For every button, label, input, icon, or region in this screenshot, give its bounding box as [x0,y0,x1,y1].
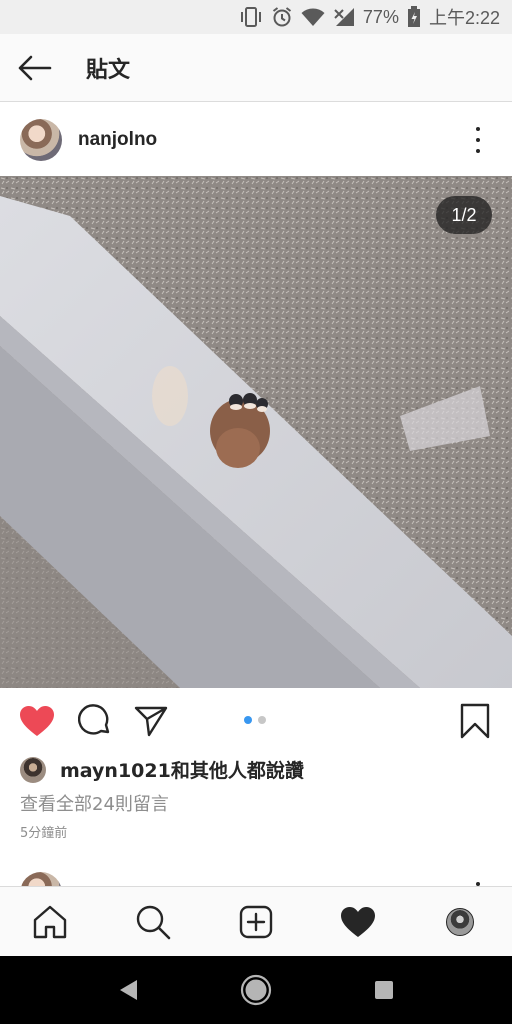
clock: 上午2:22 [428,8,500,28]
send-icon [134,706,168,737]
back-triangle-icon [120,980,137,1000]
like-button[interactable] [18,702,56,740]
liker-avatar [20,756,46,783]
post-header: nanjolno [0,103,512,176]
comment-icon [78,704,110,735]
likes-text: mayn1021和其他人都說讚 [60,760,304,782]
view-all-comments-link[interactable]: 查看全部24則留言 [20,790,169,816]
post-options-button[interactable] [468,127,488,153]
profile-avatar [446,908,474,936]
tab-profile[interactable] [441,903,479,941]
tab-new-post[interactable] [237,903,275,941]
home-circle-icon [240,974,272,1006]
system-home-button[interactable] [239,973,273,1007]
post-timestamp: 5分鐘前 [20,826,68,841]
vibrate-icon [240,7,261,27]
more-dot-icon [476,149,480,153]
tab-activity[interactable] [339,903,377,941]
post-image[interactable]: 1/2 [0,176,512,688]
home-icon [33,905,67,939]
search-icon [136,905,171,940]
top-header: 貼文 [0,34,512,102]
system-back-button[interactable] [111,973,145,1007]
more-dot-icon [476,138,480,142]
add-post-icon [239,905,273,939]
heart-filled-icon [20,706,54,736]
tab-home[interactable] [31,903,69,941]
recents-square-icon [375,981,393,999]
alarm-icon [272,7,292,27]
system-recents-button[interactable] [367,973,401,1007]
author-username[interactable]: nanjolno [78,129,157,151]
carousel-dot [258,716,266,724]
bottom-tab-bar [0,886,512,956]
status-bar: 77% 上午2:22 [0,0,512,34]
author-avatar[interactable] [20,118,62,161]
save-button[interactable] [456,702,494,740]
swallow-nest-photo [0,176,512,688]
page-title: 貼文 [86,57,131,83]
bookmark-icon [460,703,490,739]
post-actions [0,688,512,752]
arrow-left-icon [18,55,52,80]
activity-heart-icon [341,907,375,937]
battery-percent: 77% [362,6,399,27]
carousel-dots [244,716,266,724]
wifi-icon [301,8,325,26]
carousel-dot-active [244,716,252,724]
comment-button[interactable] [76,702,114,740]
back-button[interactable] [2,34,66,102]
more-dot-icon [476,127,480,131]
tab-search[interactable] [134,903,172,941]
signal-icon [334,8,354,26]
share-button[interactable] [132,702,170,740]
system-navigation-bar [0,956,512,1024]
battery-icon [407,6,420,27]
likes-summary[interactable]: mayn1021和其他人都說讚 [20,756,304,783]
page-indicator-badge: 1/2 [436,196,492,234]
